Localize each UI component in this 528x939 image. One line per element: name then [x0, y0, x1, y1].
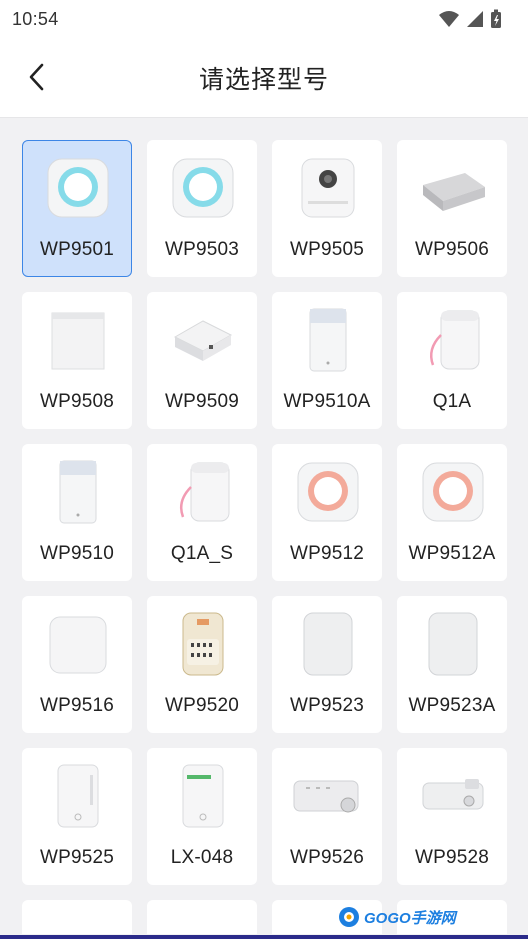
- navigation-bar: [0, 935, 528, 939]
- cube-printer-icon: [38, 305, 118, 375]
- app-header: 请选择型号: [0, 38, 528, 118]
- square-tilted-printer-icon: [163, 305, 243, 375]
- model-card-wp9505[interactable]: WP9505: [272, 140, 382, 277]
- round-printer-blue-icon: [38, 153, 118, 223]
- model-card-wp9525[interactable]: WP9525: [22, 748, 132, 885]
- model-card-wp9512[interactable]: WP9512: [272, 444, 382, 581]
- model-card-wp9512a[interactable]: WP9512A: [397, 444, 507, 581]
- model-label: WP9525: [39, 847, 115, 868]
- model-card-wp9523a[interactable]: WP9523A: [397, 596, 507, 733]
- model-card-partial[interactable]: [22, 900, 132, 934]
- model-card-partial[interactable]: [147, 900, 257, 934]
- model-card-wp9528[interactable]: WP9528: [397, 748, 507, 885]
- model-label: Q1A_S: [170, 543, 234, 564]
- status-icons: [438, 9, 502, 29]
- roll-printer-icon: [288, 761, 368, 831]
- model-card-wp9520[interactable]: WP9520: [147, 596, 257, 733]
- upright-printer-icon: [38, 761, 118, 831]
- model-card-wp9509[interactable]: WP9509: [147, 292, 257, 429]
- page-title: 请选择型号: [198, 66, 329, 94]
- model-card-q1a-s[interactable]: Q1A_S: [147, 444, 257, 581]
- signal-icon: [467, 11, 483, 27]
- wifi-icon: [439, 11, 459, 27]
- model-card-wp9516[interactable]: WP9516: [22, 596, 132, 733]
- rounded-rect-printer-icon: [413, 609, 493, 679]
- gogo-logo-icon: [339, 907, 359, 927]
- status-time: 10:54: [12, 8, 59, 29]
- model-label: WP9506: [414, 239, 490, 260]
- model-label: WP9512: [289, 543, 365, 564]
- flat-box-printer-icon: [413, 153, 493, 223]
- model-label: WP9512A: [408, 543, 496, 564]
- watermark: GOGO手游网: [338, 904, 468, 930]
- model-label: WP9526: [289, 847, 365, 868]
- round-printer-blue-icon: [163, 153, 243, 223]
- strap-printer-icon: [413, 305, 493, 375]
- model-label: WP9505: [289, 239, 365, 260]
- model-card-q1a[interactable]: Q1A: [397, 292, 507, 429]
- model-card-wp9526[interactable]: WP9526: [272, 748, 382, 885]
- rounded-rect-printer-icon: [288, 609, 368, 679]
- model-label: WP9509: [164, 391, 240, 412]
- round-printer-pink-icon: [413, 457, 493, 527]
- tall-printer-icon: [38, 457, 118, 527]
- strap-printer-icon: [163, 457, 243, 527]
- camera-printer-icon: [288, 153, 368, 223]
- model-label: WP9516: [39, 695, 115, 716]
- model-card-wp9508[interactable]: WP9508: [22, 292, 132, 429]
- model-grid: WP9501 WP9503 WP9505 WP9506 WP9508 WP9509 WP95…: [22, 140, 508, 934]
- model-label: WP9510A: [283, 391, 371, 412]
- model-label: WP9510: [39, 543, 115, 564]
- model-label: WP9523A: [408, 695, 496, 716]
- model-card-wp9501[interactable]: WP9501: [22, 140, 132, 277]
- model-card-wp9510a[interactable]: WP9510A: [272, 292, 382, 429]
- model-card-wp9506[interactable]: WP9506: [397, 140, 507, 277]
- rounded-square-printer-icon: [38, 609, 118, 679]
- model-label: Q1A: [432, 391, 472, 412]
- model-label: WP9523: [289, 695, 365, 716]
- status-bar: 10:54: [0, 0, 528, 38]
- model-label: WP9528: [414, 847, 490, 868]
- model-label: WP9503: [164, 239, 240, 260]
- roll-printer-small-icon: [413, 761, 493, 831]
- model-card-wp9510[interactable]: WP9510: [22, 444, 132, 581]
- watermark-text: GOGO手游网: [364, 909, 456, 927]
- upright-printer-green-logo-icon: [163, 761, 243, 831]
- tall-printer-icon: [288, 305, 368, 375]
- model-card-wp9503[interactable]: WP9503: [147, 140, 257, 277]
- model-card-lx-048[interactable]: LX-048: [147, 748, 257, 885]
- model-label: LX-048: [170, 847, 234, 868]
- battery-icon: [491, 9, 501, 28]
- model-label: WP9501: [39, 239, 115, 260]
- round-printer-pink-icon: [288, 457, 368, 527]
- model-label: WP9520: [164, 695, 240, 716]
- model-card-wp9523[interactable]: WP9523: [272, 596, 382, 733]
- model-label: WP9508: [39, 391, 115, 412]
- gold-printer-icon: [163, 609, 243, 679]
